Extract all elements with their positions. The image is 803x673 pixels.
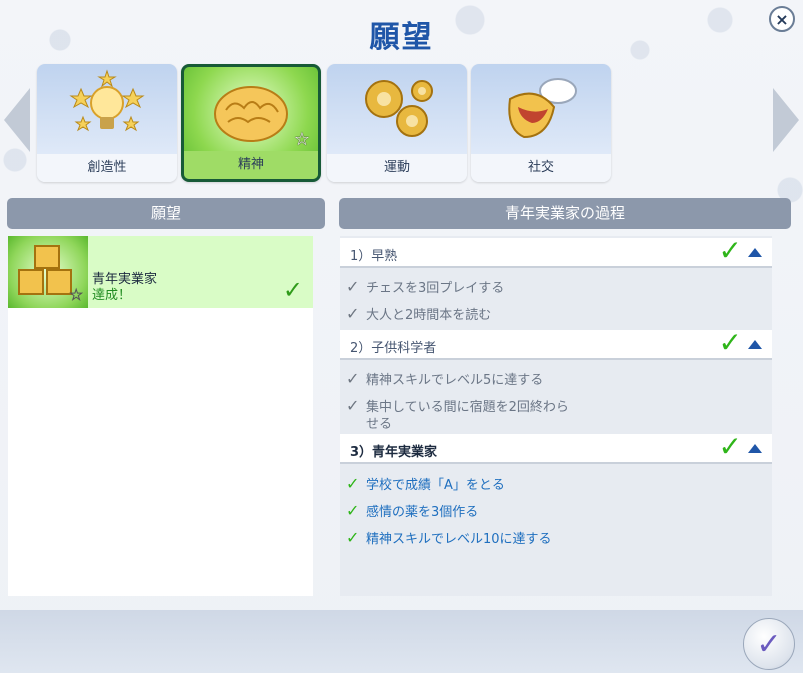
check-icon: ✓ [346, 369, 360, 388]
gears-icon [327, 64, 467, 154]
milestone-header-3[interactable]: 3）青年実業家 ✓ [340, 430, 772, 464]
collapse-arrow-icon[interactable] [748, 444, 762, 453]
star-icon: ☆ [293, 129, 310, 150]
check-icon: ✓ [282, 276, 303, 304]
category-label: 創造性 [37, 154, 177, 182]
aspirations-header: 願望 [7, 198, 325, 229]
goal-item-continued: せる [366, 417, 393, 432]
check-icon: ✓ [346, 277, 360, 296]
goal-item: ✓ 精神スキルでレベル5に達する [346, 369, 544, 388]
category-label: 運動 [327, 154, 467, 182]
category-tab-physical[interactable]: 運動 [327, 64, 467, 182]
bottom-bar [0, 610, 803, 673]
goal-item: ✓ 学校で成績「A」をとる [346, 474, 505, 493]
check-icon: ✓ [718, 326, 742, 359]
collapse-arrow-icon[interactable] [748, 248, 762, 257]
check-icon: ✓ [346, 528, 360, 547]
confirm-check-icon[interactable]: ✓ [743, 618, 795, 670]
milestone-header-2[interactable]: 2）子供科学者 ✓ [340, 326, 772, 360]
milestone-title: 2）子供科学者 [350, 341, 437, 356]
scroll-right-arrow-icon[interactable] [773, 88, 799, 152]
page-title: 願望 [369, 20, 434, 55]
goal-item: ✓ 感情の薬を3個作る [346, 501, 479, 520]
category-label: 社交 [471, 154, 611, 182]
milestone-list: 1）早熟 ✓ ✓ チェスを3回プレイする ✓ 大人と2時間本を読む 2）子供科学者 … [340, 234, 772, 596]
check-icon: ✓ [346, 474, 360, 493]
milestone-title: 1）早熟 [350, 249, 398, 264]
goal-item: ✓ チェスを3回プレイする [346, 277, 505, 296]
category-tab-creativity[interactable]: 創造性 [37, 64, 177, 182]
check-icon: ✓ [346, 396, 360, 415]
aspiration-list: ☆ 青年実業家 達成！ ✓ [8, 236, 313, 596]
collapse-arrow-icon[interactable] [748, 340, 762, 349]
category-tab-social[interactable]: 社交 [471, 64, 611, 182]
scroll-left-arrow-icon[interactable] [4, 88, 30, 152]
boxes-star-icon: ☆ [8, 236, 88, 308]
goal-item: ✓ 精神スキルでレベル10に達する [346, 528, 552, 547]
check-icon: ✓ [346, 501, 360, 520]
check-icon: ✓ [346, 304, 360, 323]
check-icon: ✓ [718, 234, 742, 267]
aspiration-status: 達成！ [92, 288, 132, 303]
milestones-header: 青年実業家の過程 [339, 198, 791, 229]
category-label: 精神 [184, 151, 318, 179]
milestone-header-1[interactable]: 1）早熟 ✓ [340, 234, 772, 268]
check-icon: ✓ [718, 430, 742, 463]
lightbulb-stars-icon [37, 64, 177, 154]
aspiration-item[interactable]: ☆ 青年実業家 達成！ ✓ [8, 236, 313, 308]
category-tab-mental[interactable]: ☆ 精神 [181, 64, 321, 182]
svg-text:☆: ☆ [69, 285, 83, 304]
milestone-title: 3）青年実業家 [350, 445, 438, 460]
speech-bubble-mouth-icon [471, 64, 611, 154]
close-icon[interactable]: × [769, 6, 795, 32]
goal-item: ✓ 大人と2時間本を読む [346, 304, 492, 323]
